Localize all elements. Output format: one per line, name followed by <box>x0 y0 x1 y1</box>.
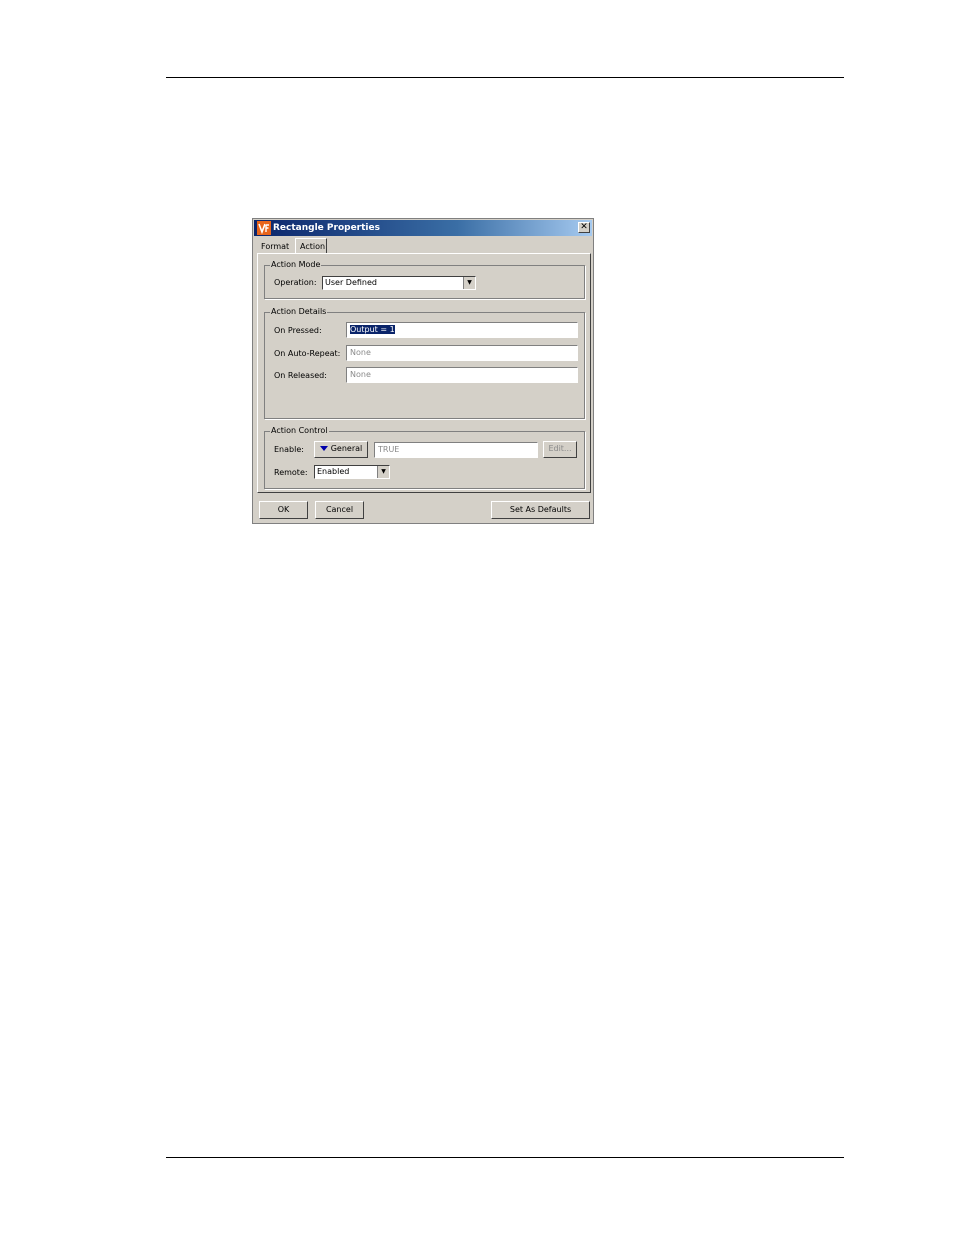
on-pressed-value: Output = 1 <box>350 325 395 334</box>
page-footer-rule <box>166 1157 844 1158</box>
set-as-defaults-button[interactable]: Set As Defaults <box>491 501 590 519</box>
title-bar[interactable]: Rectangle Properties ✕ <box>254 220 592 236</box>
edit-button[interactable]: Edit... <box>543 441 577 458</box>
on-auto-repeat-label: On Auto-Repeat: <box>274 349 341 358</box>
on-released-field[interactable]: None <box>346 367 578 383</box>
action-control-group: Action Control Enable: General TRUE Edit… <box>264 426 585 489</box>
remote-label: Remote: <box>274 468 308 477</box>
on-auto-repeat-value: None <box>350 348 371 357</box>
chevron-down-icon[interactable]: ▼ <box>463 277 475 289</box>
enable-mode-label: General <box>330 444 363 453</box>
app-logo-icon <box>257 221 271 235</box>
action-mode-legend: Action Mode <box>270 260 322 270</box>
action-tab-panel: Action Mode Operation: User Defined ▼ Ac… <box>257 253 591 493</box>
action-control-legend: Action Control <box>270 426 329 436</box>
dialog-title: Rectangle Properties <box>273 223 380 233</box>
on-pressed-field[interactable]: Output = 1 <box>346 322 578 338</box>
action-details-group: Action Details On Pressed: Output = 1 On… <box>264 307 585 419</box>
close-icon: ✕ <box>580 222 588 232</box>
page-header-rule <box>166 77 844 78</box>
action-mode-group: Action Mode Operation: User Defined ▼ <box>264 260 585 299</box>
ok-button[interactable]: OK <box>259 501 308 519</box>
operation-label: Operation: <box>274 278 317 287</box>
rectangle-properties-dialog: Rectangle Properties ✕ Format Action Act… <box>252 218 594 524</box>
close-button[interactable]: ✕ <box>578 222 590 233</box>
operation-select[interactable]: User Defined ▼ <box>322 276 476 290</box>
remote-select[interactable]: Enabled ▼ <box>314 465 390 479</box>
remote-value: Enabled <box>317 467 350 476</box>
on-pressed-label: On Pressed: <box>274 326 322 335</box>
on-released-label: On Released: <box>274 371 327 380</box>
enable-expression-value: TRUE <box>378 445 400 454</box>
tab-format[interactable]: Format <box>261 242 289 252</box>
action-details-legend: Action Details <box>270 307 328 317</box>
enable-label: Enable: <box>274 445 304 454</box>
chevron-down-icon[interactable]: ▼ <box>377 466 389 478</box>
cancel-button[interactable]: Cancel <box>315 501 364 519</box>
tab-action[interactable]: Action <box>295 238 327 253</box>
on-released-value: None <box>350 370 371 379</box>
on-auto-repeat-field[interactable]: None <box>346 345 578 361</box>
operation-value: User Defined <box>325 278 377 287</box>
enable-expression-field[interactable]: TRUE <box>374 442 538 458</box>
dropdown-triangle-icon <box>319 446 328 451</box>
enable-mode-button[interactable]: General <box>314 441 368 458</box>
